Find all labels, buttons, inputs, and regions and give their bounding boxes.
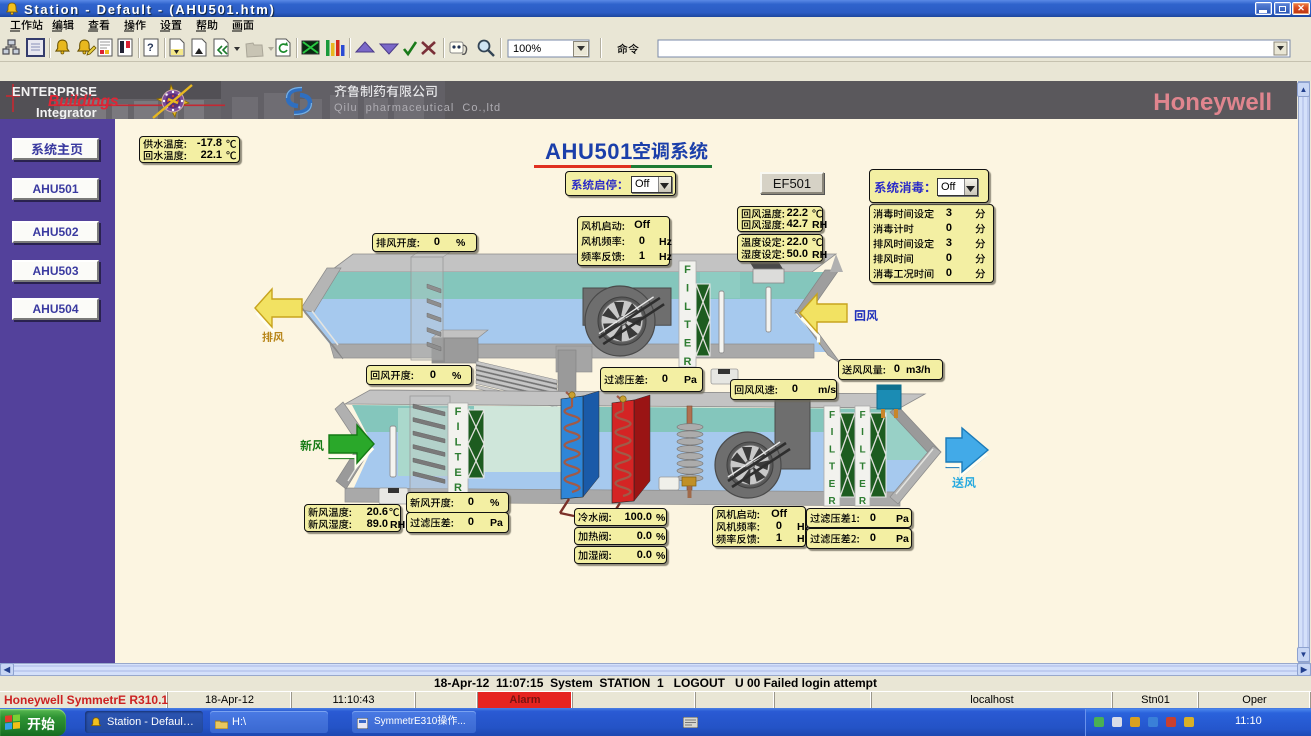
svg-text:T: T — [859, 462, 865, 473]
svg-text:L: L — [684, 301, 691, 313]
svg-text:T: T — [684, 319, 691, 331]
svg-text:L: L — [455, 436, 462, 448]
svg-text:E: E — [829, 479, 836, 490]
svg-text:R: R — [828, 496, 836, 507]
svg-text:E: E — [859, 479, 866, 490]
svg-text:T: T — [455, 452, 462, 464]
svg-text:I: I — [686, 282, 689, 294]
svg-text:F: F — [829, 410, 835, 421]
svg-text:F: F — [455, 406, 462, 418]
svg-text:I: I — [831, 427, 834, 438]
svg-text:T: T — [829, 462, 835, 473]
svg-text:E: E — [684, 338, 691, 350]
svg-text:F: F — [859, 410, 865, 421]
svg-text:L: L — [829, 444, 835, 455]
svg-text:I: I — [861, 427, 864, 438]
svg-text:AHU501: AHU501 — [545, 139, 633, 164]
svg-text:I: I — [456, 421, 459, 433]
svg-text:F: F — [684, 264, 691, 276]
svg-text:L: L — [859, 444, 865, 455]
svg-text:E: E — [454, 467, 461, 479]
svg-text:R: R — [859, 496, 867, 507]
